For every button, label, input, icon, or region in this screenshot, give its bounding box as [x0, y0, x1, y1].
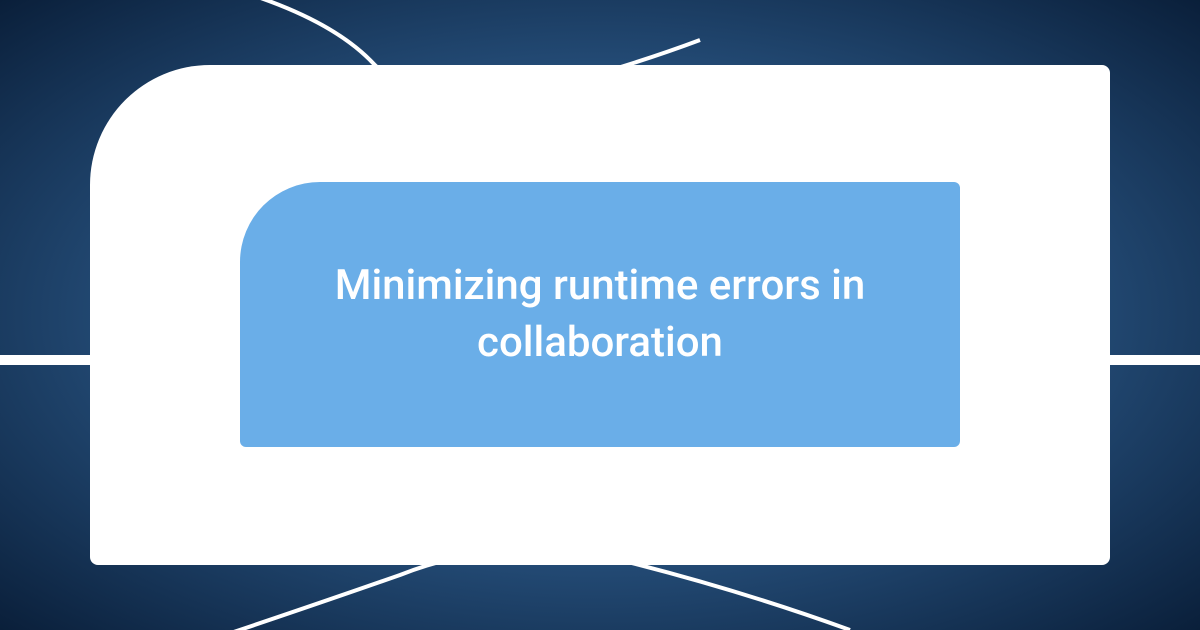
inner-panel: Minimizing runtime errors in collaborati…: [240, 182, 960, 447]
title-text: Minimizing runtime errors in collaborati…: [240, 258, 960, 371]
